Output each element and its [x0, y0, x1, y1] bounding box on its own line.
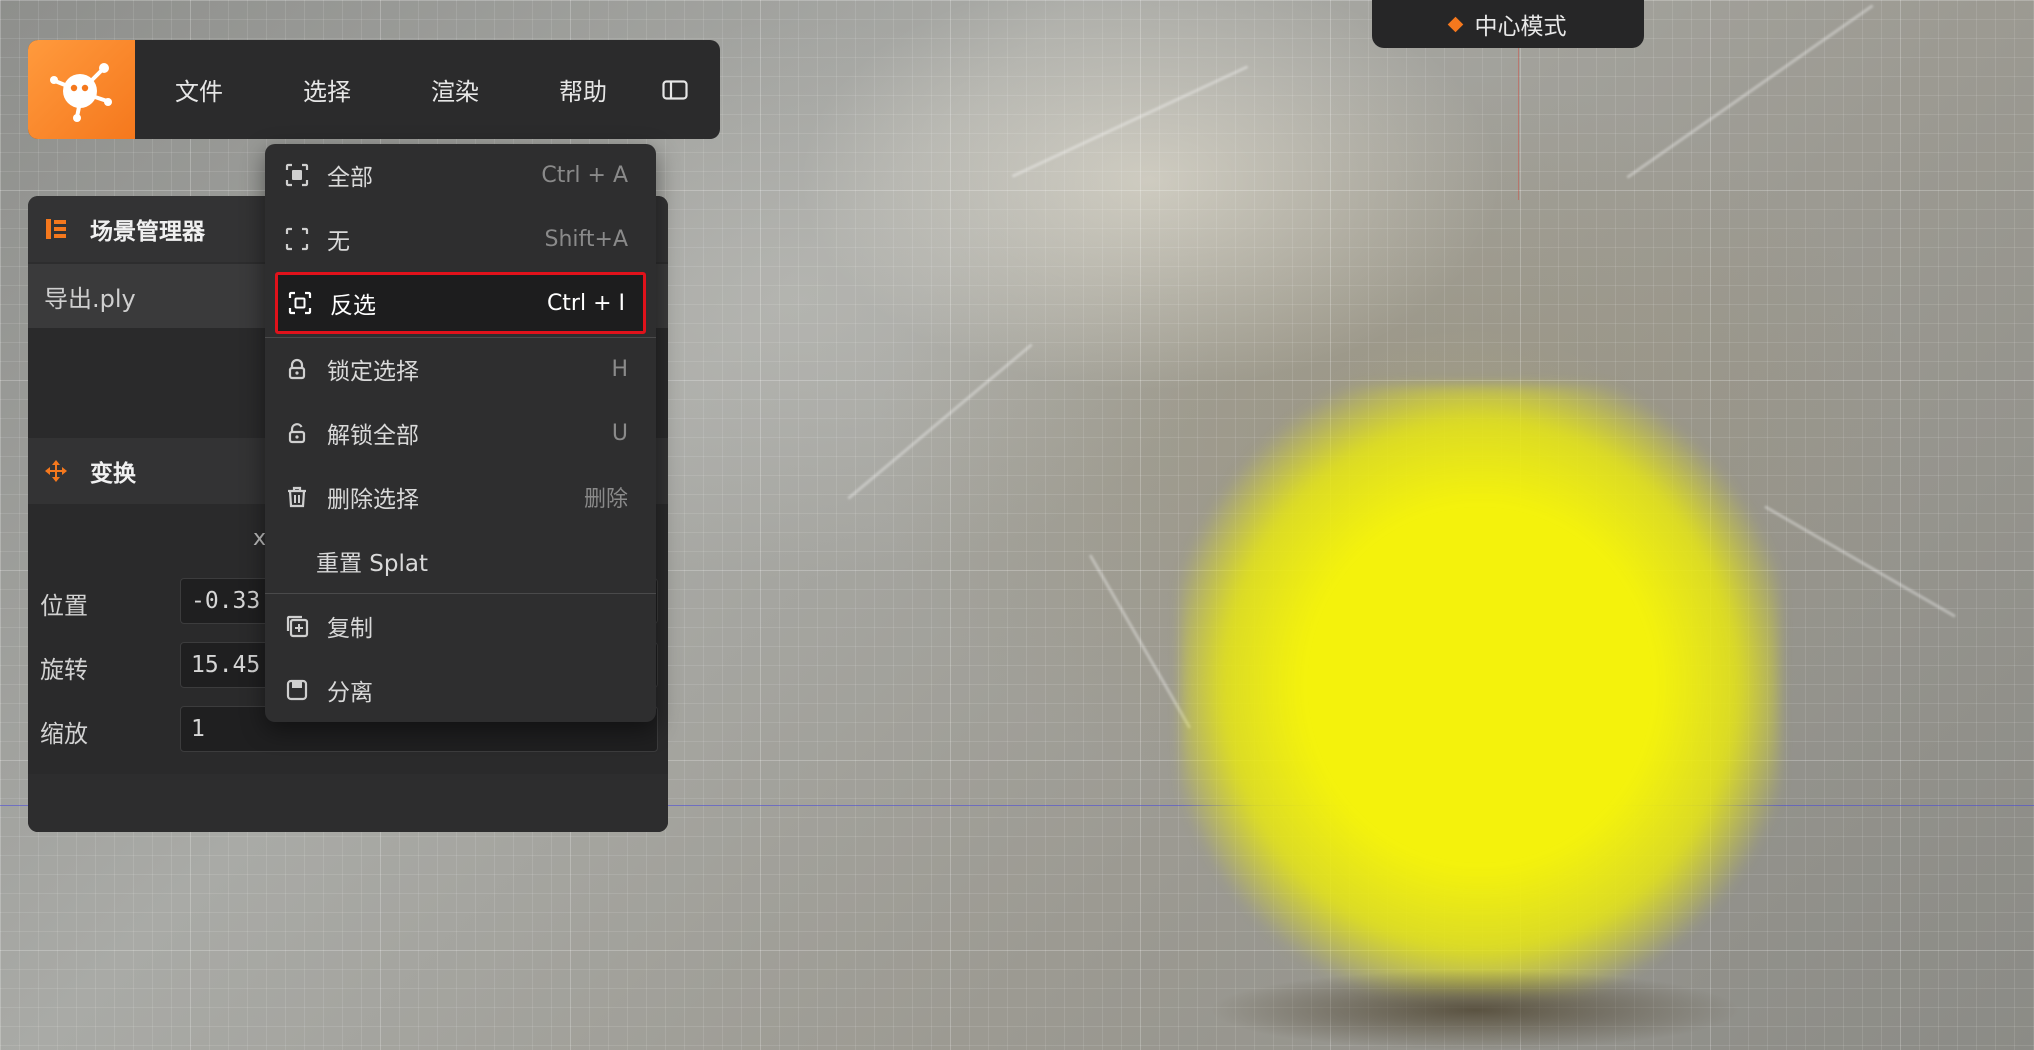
- menu-item-separate[interactable]: 分离: [265, 659, 656, 721]
- menu-item-delete-selection[interactable]: 删除选择 删除: [265, 466, 656, 528]
- menu-file[interactable]: 文件: [135, 72, 263, 107]
- menu-item-duplicate[interactable]: 复制: [265, 595, 656, 657]
- top-menubar: 文件 选择 渲染 帮助: [28, 40, 720, 139]
- menu-item-unlock-all[interactable]: 解锁全部 U: [265, 402, 656, 464]
- menu-item-label: 解锁全部: [327, 423, 419, 449]
- menu-item-label: 反选: [330, 293, 376, 319]
- select-menu-dropdown: 全部 Ctrl + A 无 Shift+A 反选 Ctrl + I 锁定选择 H…: [265, 144, 656, 722]
- menu-item-label: 全部: [327, 165, 373, 191]
- duplicate-icon: [283, 612, 311, 640]
- menu-item-shortcut: Shift+A: [544, 226, 629, 252]
- move-icon: [45, 460, 67, 482]
- menu-item-select-none[interactable]: 无 Shift+A: [265, 208, 656, 270]
- sidebar-toggle-icon: [662, 79, 688, 100]
- logo-icon: [49, 62, 112, 122]
- menu-item-invert-selection[interactable]: 反选 Ctrl + I: [275, 272, 646, 334]
- menu-select[interactable]: 选择: [263, 72, 391, 107]
- menu-separator: [265, 593, 656, 594]
- scene-item-label: 导出.ply: [44, 284, 136, 313]
- center-mode-toggle[interactable]: 中心模式: [1372, 0, 1644, 48]
- menu-item-shortcut: U: [611, 420, 628, 446]
- panel-toggle-button[interactable]: [647, 79, 703, 100]
- splat-ground-shadow: [1150, 960, 1800, 1050]
- diamond-icon: [1447, 16, 1463, 32]
- scene-manager-title: 场景管理器: [90, 219, 205, 245]
- select-none-icon: [283, 225, 311, 253]
- menu-item-shortcut: Ctrl + A: [541, 162, 628, 188]
- invert-selection-icon: [286, 289, 314, 317]
- select-all-icon: [283, 161, 311, 189]
- position-label: 位置: [40, 592, 88, 620]
- menu-render[interactable]: 渲染: [391, 72, 519, 107]
- lock-icon: [283, 355, 311, 383]
- selected-splat-region: [1180, 385, 1780, 995]
- menu-item-label: 重置 Splat: [316, 551, 429, 577]
- menu-item-shortcut: 删除: [583, 487, 628, 512]
- scene-manager-icon: [46, 219, 66, 239]
- trash-icon: [283, 483, 311, 511]
- menu-item-shortcut: H: [611, 356, 628, 382]
- menu-help[interactable]: 帮助: [519, 72, 647, 107]
- app-logo[interactable]: [28, 40, 135, 139]
- menu-item-shortcut: Ctrl + I: [546, 290, 625, 316]
- separate-icon: [283, 676, 311, 704]
- menu-item-label: 锁定选择: [327, 359, 419, 385]
- panel-footer: [28, 774, 668, 832]
- menu-item-label: 删除选择: [327, 487, 419, 513]
- menu-item-reset-splat[interactable]: 重置 Splat: [265, 530, 656, 592]
- menu-item-label: 无: [327, 229, 350, 255]
- center-mode-label: 中心模式: [1474, 14, 1567, 40]
- menu-item-label: 分离: [327, 680, 373, 706]
- rotation-label: 旋转: [40, 656, 88, 684]
- menu-item-select-all[interactable]: 全部 Ctrl + A: [265, 144, 656, 206]
- menu-item-lock-selection[interactable]: 锁定选择 H: [265, 338, 656, 400]
- scale-label: 缩放: [40, 720, 88, 748]
- transform-title: 变换: [90, 461, 136, 487]
- menu-item-label: 复制: [327, 616, 373, 642]
- unlock-icon: [283, 419, 311, 447]
